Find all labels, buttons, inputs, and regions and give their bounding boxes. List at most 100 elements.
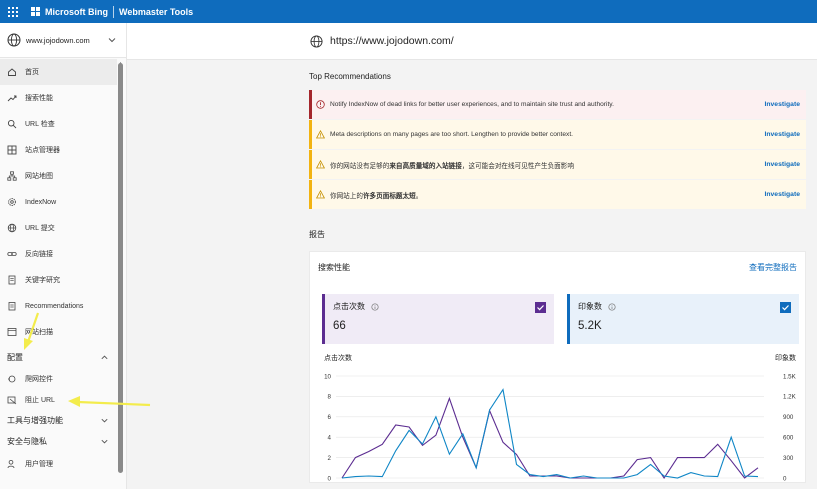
card-header: 搜索性能 查看完整报告: [310, 252, 805, 282]
sidebar-item-sitemaps[interactable]: 网站地图: [0, 163, 117, 189]
sidebar-item-label: Recommendations: [25, 302, 84, 310]
metric-value: 66: [333, 320, 346, 332]
user-icon: [7, 459, 17, 469]
globe-icon: [310, 34, 323, 48]
recommendation-text-bold: 来自高质量域的入站链接: [389, 162, 462, 170]
gear-icon: [7, 197, 17, 207]
left-tick-label: 10: [324, 373, 331, 380]
sidebar-item-indexnow[interactable]: IndexNow: [0, 189, 117, 215]
search-icon: [7, 119, 17, 129]
trend-icon: [7, 93, 17, 103]
left-tick-label: 0: [328, 475, 332, 482]
recommendation-text-bold: 许多页面标题太短: [362, 192, 416, 200]
sidebar-item-url-submission[interactable]: URL 提交: [0, 215, 117, 241]
sidebar-item-label: 关键字研究: [25, 277, 60, 284]
left-tick-label: 6: [328, 414, 332, 421]
metric-label: 点击次数: [333, 302, 365, 311]
scan-icon: [7, 327, 17, 337]
site-url-bar: https://www.jojodown.com/: [127, 23, 817, 60]
info-icon[interactable]: [608, 302, 616, 311]
brand-divider: [113, 5, 114, 18]
investigate-link[interactable]: Investigate: [764, 101, 800, 108]
sidebar-item-keyword-research[interactable]: 关键字研究: [0, 267, 117, 293]
sidebar-item-site-explorer[interactable]: 站点管理器: [0, 137, 117, 163]
checkmark-icon: [782, 305, 789, 311]
section-tools[interactable]: 工具与增强功能: [0, 410, 117, 431]
investigate-link[interactable]: Investigate: [764, 131, 800, 138]
sidebar-item-label: 反向链接: [25, 251, 53, 258]
recommendation-text-pre: 你网站上的: [330, 192, 363, 200]
report-section-title: 报告: [309, 230, 325, 239]
chevron-up-icon[interactable]: [100, 353, 109, 362]
metric-label: 印象数: [578, 302, 602, 311]
crawl-icon: [7, 374, 17, 384]
link-icon: [7, 249, 17, 259]
left-tick-label: 2: [328, 455, 332, 462]
sidebar-item-crawl-control[interactable]: 爬网控件: [0, 368, 117, 389]
recommendation-text: 你网站上的许多页面标题太短。: [330, 190, 764, 200]
top-bar: Microsoft Bing Webmaster Tools: [0, 0, 817, 23]
microsoft-logo-icon: [31, 6, 41, 17]
recommendation-text: Notify IndexNow of dead links for better…: [330, 101, 614, 108]
chevron-down-icon[interactable]: [100, 416, 109, 425]
recommendation-item: 你网站上的许多页面标题太短。 Investigate: [309, 180, 806, 209]
sidebar-item-backlinks[interactable]: 反向链接: [0, 241, 117, 267]
site-selector[interactable]: www.jojodown.com: [0, 23, 126, 58]
sidebar-item-url-inspection[interactable]: URL 检查: [0, 111, 117, 137]
clicks-checkbox[interactable]: [535, 302, 546, 313]
sidebar-item-recommendations[interactable]: Recommendations: [0, 293, 117, 319]
sidebar-item-label: IndexNow: [25, 198, 57, 206]
recommendation-text: 你的网站没有足够的来自高质量域的入站链接，这可能会对在线可见性产生负面影响: [330, 160, 764, 170]
section-label: 配置: [7, 353, 23, 362]
metric-label-row: 印象数: [578, 301, 791, 312]
clicks-metric-tile[interactable]: 点击次数 66: [322, 294, 554, 344]
sidebar-scrollbar[interactable]: [118, 63, 123, 473]
warning-icon: [316, 130, 325, 139]
investigate-link[interactable]: Investigate: [764, 161, 800, 168]
chevron-down-icon[interactable]: [107, 35, 117, 45]
sidebar-item-label: 网站地图: [25, 173, 53, 180]
sidebar-item-label: 阻止 URL: [25, 396, 55, 404]
sidebar-item-site-scan[interactable]: 网站扫描: [0, 319, 117, 345]
right-tick-label: 300: [783, 455, 794, 462]
error-icon: [316, 100, 325, 109]
product-name[interactable]: Webmaster Tools: [119, 7, 193, 17]
sidebar-item-label: 网站扫描: [25, 329, 53, 336]
sidebar-item-label: 站点管理器: [25, 147, 60, 154]
sidebar: www.jojodown.com 首页 搜索性能 URL 检查 站点管理器 网站…: [0, 23, 127, 489]
impressions-checkbox[interactable]: [780, 302, 791, 313]
investigate-link[interactable]: Investigate: [764, 191, 800, 198]
metric-value: 5.2K: [578, 320, 602, 332]
warning-icon: [316, 190, 325, 199]
sidebar-item-label: 用户管理: [25, 461, 53, 468]
sidebar-item-user-management[interactable]: 用户管理: [0, 452, 117, 476]
right-tick-label: 900: [783, 414, 794, 421]
section-security[interactable]: 安全与隐私: [0, 431, 117, 452]
full-report-link[interactable]: 查看完整报告: [749, 262, 797, 273]
line-chart: 点击次数印象数0023004600690081.2K101.5K17 Aug24…: [324, 353, 797, 488]
sidebar-nav: 首页 搜索性能 URL 检查 站点管理器 网站地图 IndexNow URL 提…: [0, 59, 126, 476]
sidebar-item-search-performance[interactable]: 搜索性能: [0, 85, 117, 111]
app-launcher-icon[interactable]: [8, 6, 18, 17]
chevron-down-icon[interactable]: [100, 437, 109, 446]
recommendation-item: 你的网站没有足够的来自高质量域的入站链接，这可能会对在线可见性产生负面影响 In…: [309, 150, 806, 179]
clipboard-icon: [7, 301, 17, 311]
warning-icon: [316, 160, 325, 169]
right-axis-title: 印象数: [775, 353, 796, 362]
globe-icon: [7, 223, 17, 233]
impressions-metric-tile[interactable]: 印象数 5.2K: [567, 294, 799, 344]
section-configuration[interactable]: 配置: [0, 347, 117, 368]
brand-name[interactable]: Microsoft Bing: [45, 7, 108, 17]
right-tick-label: 600: [783, 435, 794, 442]
globe-icon: [7, 33, 21, 47]
sidebar-item-home[interactable]: 首页: [0, 59, 117, 85]
info-icon[interactable]: [371, 302, 379, 311]
top-recommendations-title: Top Recommendations: [309, 72, 391, 81]
site-selector-value: www.jojodown.com: [26, 35, 90, 45]
left-tick-label: 8: [328, 394, 332, 401]
sidebar-item-label: URL 检查: [25, 121, 55, 128]
checkmark-icon: [537, 305, 544, 311]
sidebar-item-block-urls[interactable]: 阻止 URL: [0, 389, 117, 410]
sidebar-item-label: 爬网控件: [25, 375, 53, 383]
recommendation-text-post: ，这可能会对在线可见性产生负面影响: [461, 162, 574, 170]
